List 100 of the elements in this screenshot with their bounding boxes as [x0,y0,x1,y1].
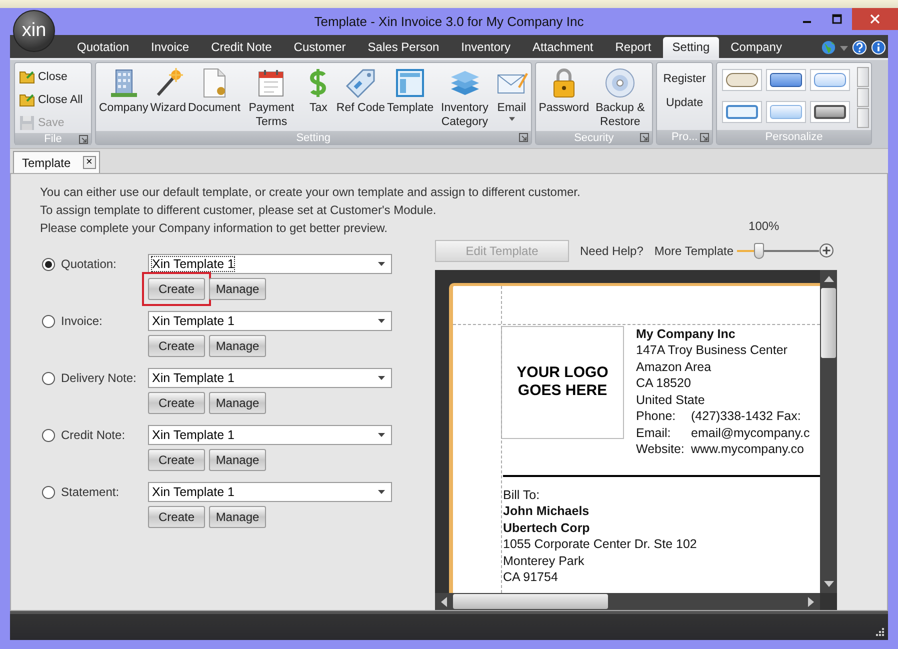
globe-icon[interactable] [821,40,836,55]
close-tab-button[interactable]: × [82,156,96,169]
maximize-icon [832,14,842,24]
group-title: File [44,133,62,145]
style-swatch[interactable] [722,100,762,122]
launcher-icon[interactable] [79,134,88,144]
ribbon-button[interactable]: Payment Terms [241,65,302,131]
scrollbar[interactable] [857,67,870,128]
launcher-icon[interactable] [700,132,710,142]
menu-tab[interactable]: Credit Note [201,37,282,58]
manage-button[interactable]: Manage [209,278,266,300]
template-dropdown[interactable]: Xin Template 1 [148,311,392,331]
style-swatch[interactable] [766,100,806,122]
scroll-right-icon[interactable] [808,596,814,606]
create-button[interactable]: Create [148,278,205,300]
slider-thumb[interactable] [754,242,764,259]
tag-icon [344,67,377,99]
company-address: 147A Troy Business Center [636,342,788,359]
caret-icon[interactable] [840,44,848,52]
menu-tab[interactable]: Customer [284,37,356,58]
ribbon-button[interactable]: Register [661,73,708,85]
document-tab[interactable]: Template × [13,151,100,173]
resize-grip-icon[interactable] [874,626,884,636]
layout-icon [394,67,426,99]
help-icon[interactable] [852,40,867,55]
create-button[interactable]: Create [148,335,205,357]
radio-label[interactable]: Credit Note: [61,428,126,442]
instruction-text: To assign template to different customer, please set at Customer's Module. [40,202,436,219]
menu-tab[interactable]: Inventory [451,37,521,58]
radio-label[interactable]: Statement: [61,485,120,499]
launcher-icon[interactable] [518,133,528,142]
vertical-scrollbar[interactable] [820,270,837,593]
ribbon-button[interactable]: Tax [301,65,336,131]
radio-button[interactable] [42,372,55,384]
ribbon-button[interactable]: Password [538,65,590,131]
menu-tab[interactable]: Company [720,37,792,58]
ribbon-button[interactable]: Email [494,65,529,131]
instruction-text: You can either use our default template, or create your own template and assign to different customer. [40,184,580,201]
menu-tab[interactable]: Quotation [67,37,140,58]
manage-button[interactable]: Manage [209,392,266,414]
tab-label[interactable]: Template [22,156,71,170]
ribbon-button[interactable]: Close All [17,90,85,110]
scroll-thumb[interactable] [453,594,608,609]
horizontal-scrollbar[interactable] [435,593,820,610]
close-button[interactable] [852,8,898,30]
folder-icon [19,92,35,108]
bill-to-label: Bill To: [503,486,541,504]
scroll-up-icon[interactable] [824,276,834,282]
ribbon-button[interactable]: Template [386,65,435,131]
radio-button[interactable] [42,258,55,270]
zoom-in-icon[interactable] [818,243,834,258]
scroll-down-icon[interactable] [824,581,834,587]
ribbon-button[interactable]: Ref Code [335,65,386,131]
ribbon-button[interactable]: Close [17,67,85,87]
menu-tab[interactable]: Attachment [522,37,604,58]
caret-icon [378,490,385,494]
template-dropdown[interactable]: Xin Template 1 [148,368,392,388]
ribbon-button[interactable]: Update [661,97,708,109]
manage-button[interactable]: Manage [209,335,266,357]
radio-label[interactable]: Quotation: [61,257,116,271]
app-logo[interactable]: xin [13,10,55,52]
radio-label[interactable]: Invoice: [61,314,102,328]
more-template-link[interactable]: More Template [654,244,734,262]
info-icon[interactable] [871,40,886,55]
menu-tab[interactable]: Report [605,37,662,58]
menu-tab[interactable]: Setting [663,37,719,58]
manage-button[interactable]: Manage [209,449,266,471]
ribbon-button[interactable]: Company [98,65,150,131]
style-swatch[interactable] [810,100,850,122]
ribbon-button[interactable]: Wizard [149,65,187,131]
create-button[interactable]: Create [148,392,205,414]
customer-company: Ubertech Corp [503,520,591,536]
contact-value: (427)338-1432 Fax: [691,408,801,425]
radio-label[interactable]: Delivery Note: [61,371,136,385]
menu-tab[interactable]: Invoice [141,37,200,58]
group-title: Personalize [765,131,823,143]
create-button[interactable]: Create [148,506,205,528]
help-link[interactable]: Need Help? [580,244,644,262]
group-title: Setting [296,132,330,144]
zoom-reading: 100% [748,218,780,233]
ribbon-button[interactable]: Inventory Category [434,65,495,131]
manage-button[interactable]: Manage [209,506,266,528]
radio-button[interactable] [42,486,55,498]
close-icon [870,14,880,24]
scroll-thumb[interactable] [821,288,836,358]
scroll-left-icon[interactable] [441,596,447,606]
style-swatch[interactable] [722,69,762,91]
create-button[interactable]: Create [148,449,205,471]
launcher-icon[interactable] [640,133,650,142]
style-swatch[interactable] [810,69,850,91]
template-dropdown[interactable]: Xin Template 1 [148,425,392,445]
radio-button[interactable] [42,428,55,442]
template-dropdown[interactable]: Xin Template 1 [148,254,392,274]
radio-button[interactable] [42,314,55,328]
menu-tab[interactable]: Sales Person [358,37,450,58]
ribbon-button[interactable]: Backup & Restore [590,65,650,131]
template-dropdown[interactable]: Xin Template 1 [148,482,392,502]
ribbon-button[interactable]: Document [187,65,242,131]
instruction-text: Please complete your Company information to get better preview. [40,220,388,237]
style-swatch[interactable] [766,69,806,91]
